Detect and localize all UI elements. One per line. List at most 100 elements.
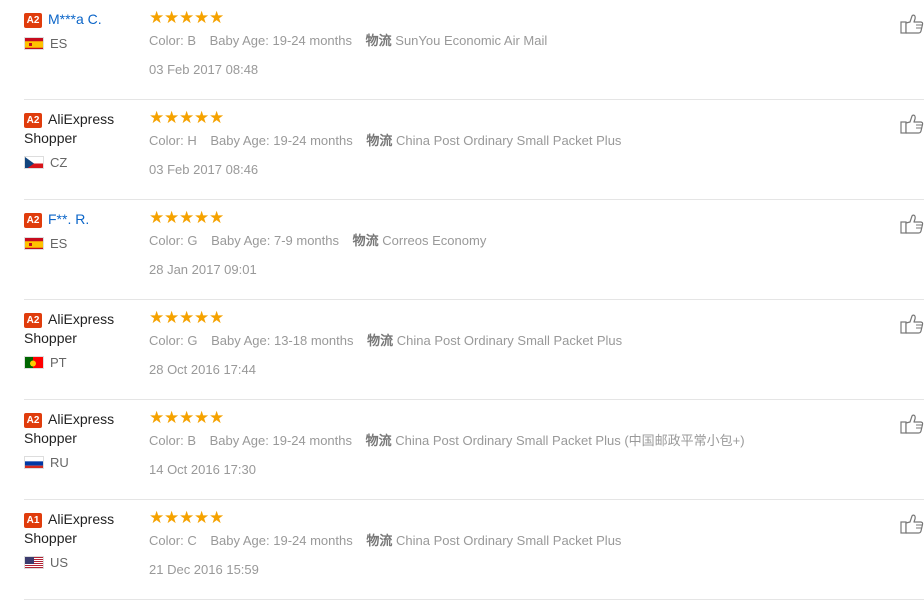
baby-age-label: Baby Age: [211,333,271,348]
buyer-name[interactable]: M***a C. [48,11,102,27]
star-rating: ★ ★ ★ ★ ★ [149,208,496,227]
country-code: CZ [50,154,68,170]
thumbs-up-icon[interactable] [900,314,924,334]
buyer-country: RU [24,454,134,470]
baby-age-value: 19-24 months [272,433,353,448]
baby-age-attribute: Baby Age: 19-24 months [210,433,352,448]
shipping-attribute: 物流 China Post Ordinary Small Packet Plus [366,533,621,548]
buyer-name[interactable]: AliExpress [48,311,114,327]
review-content: ★ ★ ★ ★ ★ Color: G Baby Age: 13-18 months 物流… [149,308,632,377]
buyer-name-line: A2 M***a C. [24,10,134,29]
color-value: B [187,433,196,448]
buyer-name[interactable]: AliExpress [48,111,114,127]
baby-age-value: 19-24 months [273,133,353,148]
buyer-name-continued: Shopper [24,430,77,446]
buyer-name-line: A2 AliExpress [24,110,134,129]
buyer-info: A2 AliExpress Shopper CZ [24,110,134,170]
shipping-label: 物流 [366,133,393,148]
review-content: ★ ★ ★ ★ ★ Color: B Baby Age: 19-24 months 物流… [149,408,755,477]
thumbs-up-icon[interactable] [900,214,924,234]
star-icon: ★ [149,8,165,27]
star-icon: ★ [179,208,195,227]
shipping-attribute: 物流 SunYou Economic Air Mail [366,33,548,48]
star-icon: ★ [149,108,165,127]
shipping-attribute: 物流 China Post Ordinary Small Packet Plus [367,333,622,348]
review-content: ★ ★ ★ ★ ★ Color: H Baby Age: 19-24 months 物流… [149,108,631,177]
star-icon: ★ [194,308,210,327]
thumbs-up-icon[interactable] [900,114,924,134]
thumbs-up-icon-svg [900,114,924,134]
star-icon: ★ [179,308,195,327]
thumbs-up-icon-svg [900,314,924,334]
order-attributes: Color: B Baby Age: 19-24 months 物流 China… [149,432,755,450]
color-attribute: Color: C [149,533,197,548]
star-icon: ★ [209,308,225,327]
color-label: Color: [149,133,184,148]
star-rating: ★ ★ ★ ★ ★ [149,8,557,27]
country-code: US [50,554,69,570]
thumbs-up-icon[interactable] [900,514,924,534]
review-content: ★ ★ ★ ★ ★ Color: G Baby Age: 7-9 months 物流 C… [149,208,496,277]
feedback-item: A2 AliExpress Shopper RU ★ ★ ★ ★ ★ Color: B B… [24,400,924,500]
order-attributes: Color: G Baby Age: 13-18 months 物流 China… [149,332,632,350]
review-content: ★ ★ ★ ★ ★ Color: B Baby Age: 19-24 months 物流… [149,8,557,77]
shipping-value: SunYou Economic Air Mail [395,33,548,48]
country-flag-icon [24,555,44,569]
feedback-item: A1 AliExpress Shopper US ★ ★ ★ ★ ★ Color: C B… [24,500,924,600]
thumbs-up-icon-svg [900,14,924,34]
baby-age-label: Baby Age: [210,533,270,548]
color-value: G [187,333,198,348]
color-attribute: Color: G [149,233,197,248]
feedback-item: A2 F**. R. ES ★ ★ ★ ★ ★ Color: G Baby Age: 7-… [24,200,924,300]
thumbs-up-icon-svg [900,514,924,534]
buyer-info: A2 M***a C. ES [24,10,134,51]
thumbs-up-icon[interactable] [900,414,924,434]
color-label: Color: [149,433,184,448]
buyer-level-badge: A1 [24,513,42,528]
color-label: Color: [149,33,184,48]
color-value: H [187,133,197,148]
review-date: 28 Oct 2016 17:44 [149,362,256,377]
star-icon: ★ [194,108,210,127]
buyer-name[interactable]: AliExpress [48,411,114,427]
star-icon: ★ [194,408,210,427]
buyer-level-badge: A2 [24,13,42,28]
buyer-name[interactable]: F**. R. [48,211,89,227]
star-icon: ★ [164,8,180,27]
shipping-attribute: 物流 China Post Ordinary Small Packet Plus [366,133,621,148]
buyer-level-badge: A2 [24,213,42,228]
order-attributes: Color: G Baby Age: 7-9 months 物流 Correos… [149,232,496,250]
buyer-name-continued: Shopper [24,330,77,346]
shipping-attribute: 物流 China Post Ordinary Small Packet Plus… [366,433,745,448]
order-attributes: Color: C Baby Age: 19-24 months 物流 China… [149,532,631,550]
country-code: PT [50,354,67,370]
shipping-label: 物流 [366,533,393,548]
star-icon: ★ [209,108,225,127]
thumbs-up-icon-svg [900,414,924,434]
star-icon: ★ [209,208,225,227]
shipping-value: China Post Ordinary Small Packet Plus [396,333,623,348]
baby-age-value: 19-24 months [272,33,353,48]
star-icon: ★ [149,408,165,427]
buyer-level-badge: A2 [24,313,42,328]
review-date: 03 Feb 2017 08:46 [149,162,259,177]
shipping-label: 物流 [365,433,392,448]
buyer-country: ES [24,235,134,251]
order-attributes: Color: H Baby Age: 19-24 months 物流 China… [149,132,631,150]
thumbs-up-icon[interactable] [900,14,924,34]
shipping-value: China Post Ordinary Small Packet Plus (中… [395,433,745,448]
baby-age-attribute: Baby Age: 13-18 months [211,333,353,348]
star-icon: ★ [194,208,210,227]
color-label: Color: [149,333,184,348]
star-icon: ★ [179,408,195,427]
buyer-info: A2 AliExpress Shopper RU [24,410,134,470]
review-date: 03 Feb 2017 08:48 [149,62,259,77]
color-label: Color: [149,233,184,248]
star-icon: ★ [164,108,180,127]
buyer-info: A1 AliExpress Shopper US [24,510,134,570]
color-attribute: Color: B [149,33,196,48]
baby-age-label: Baby Age: [209,33,269,48]
star-icon: ★ [149,208,165,227]
star-rating: ★ ★ ★ ★ ★ [149,308,632,327]
buyer-name[interactable]: AliExpress [48,511,114,527]
